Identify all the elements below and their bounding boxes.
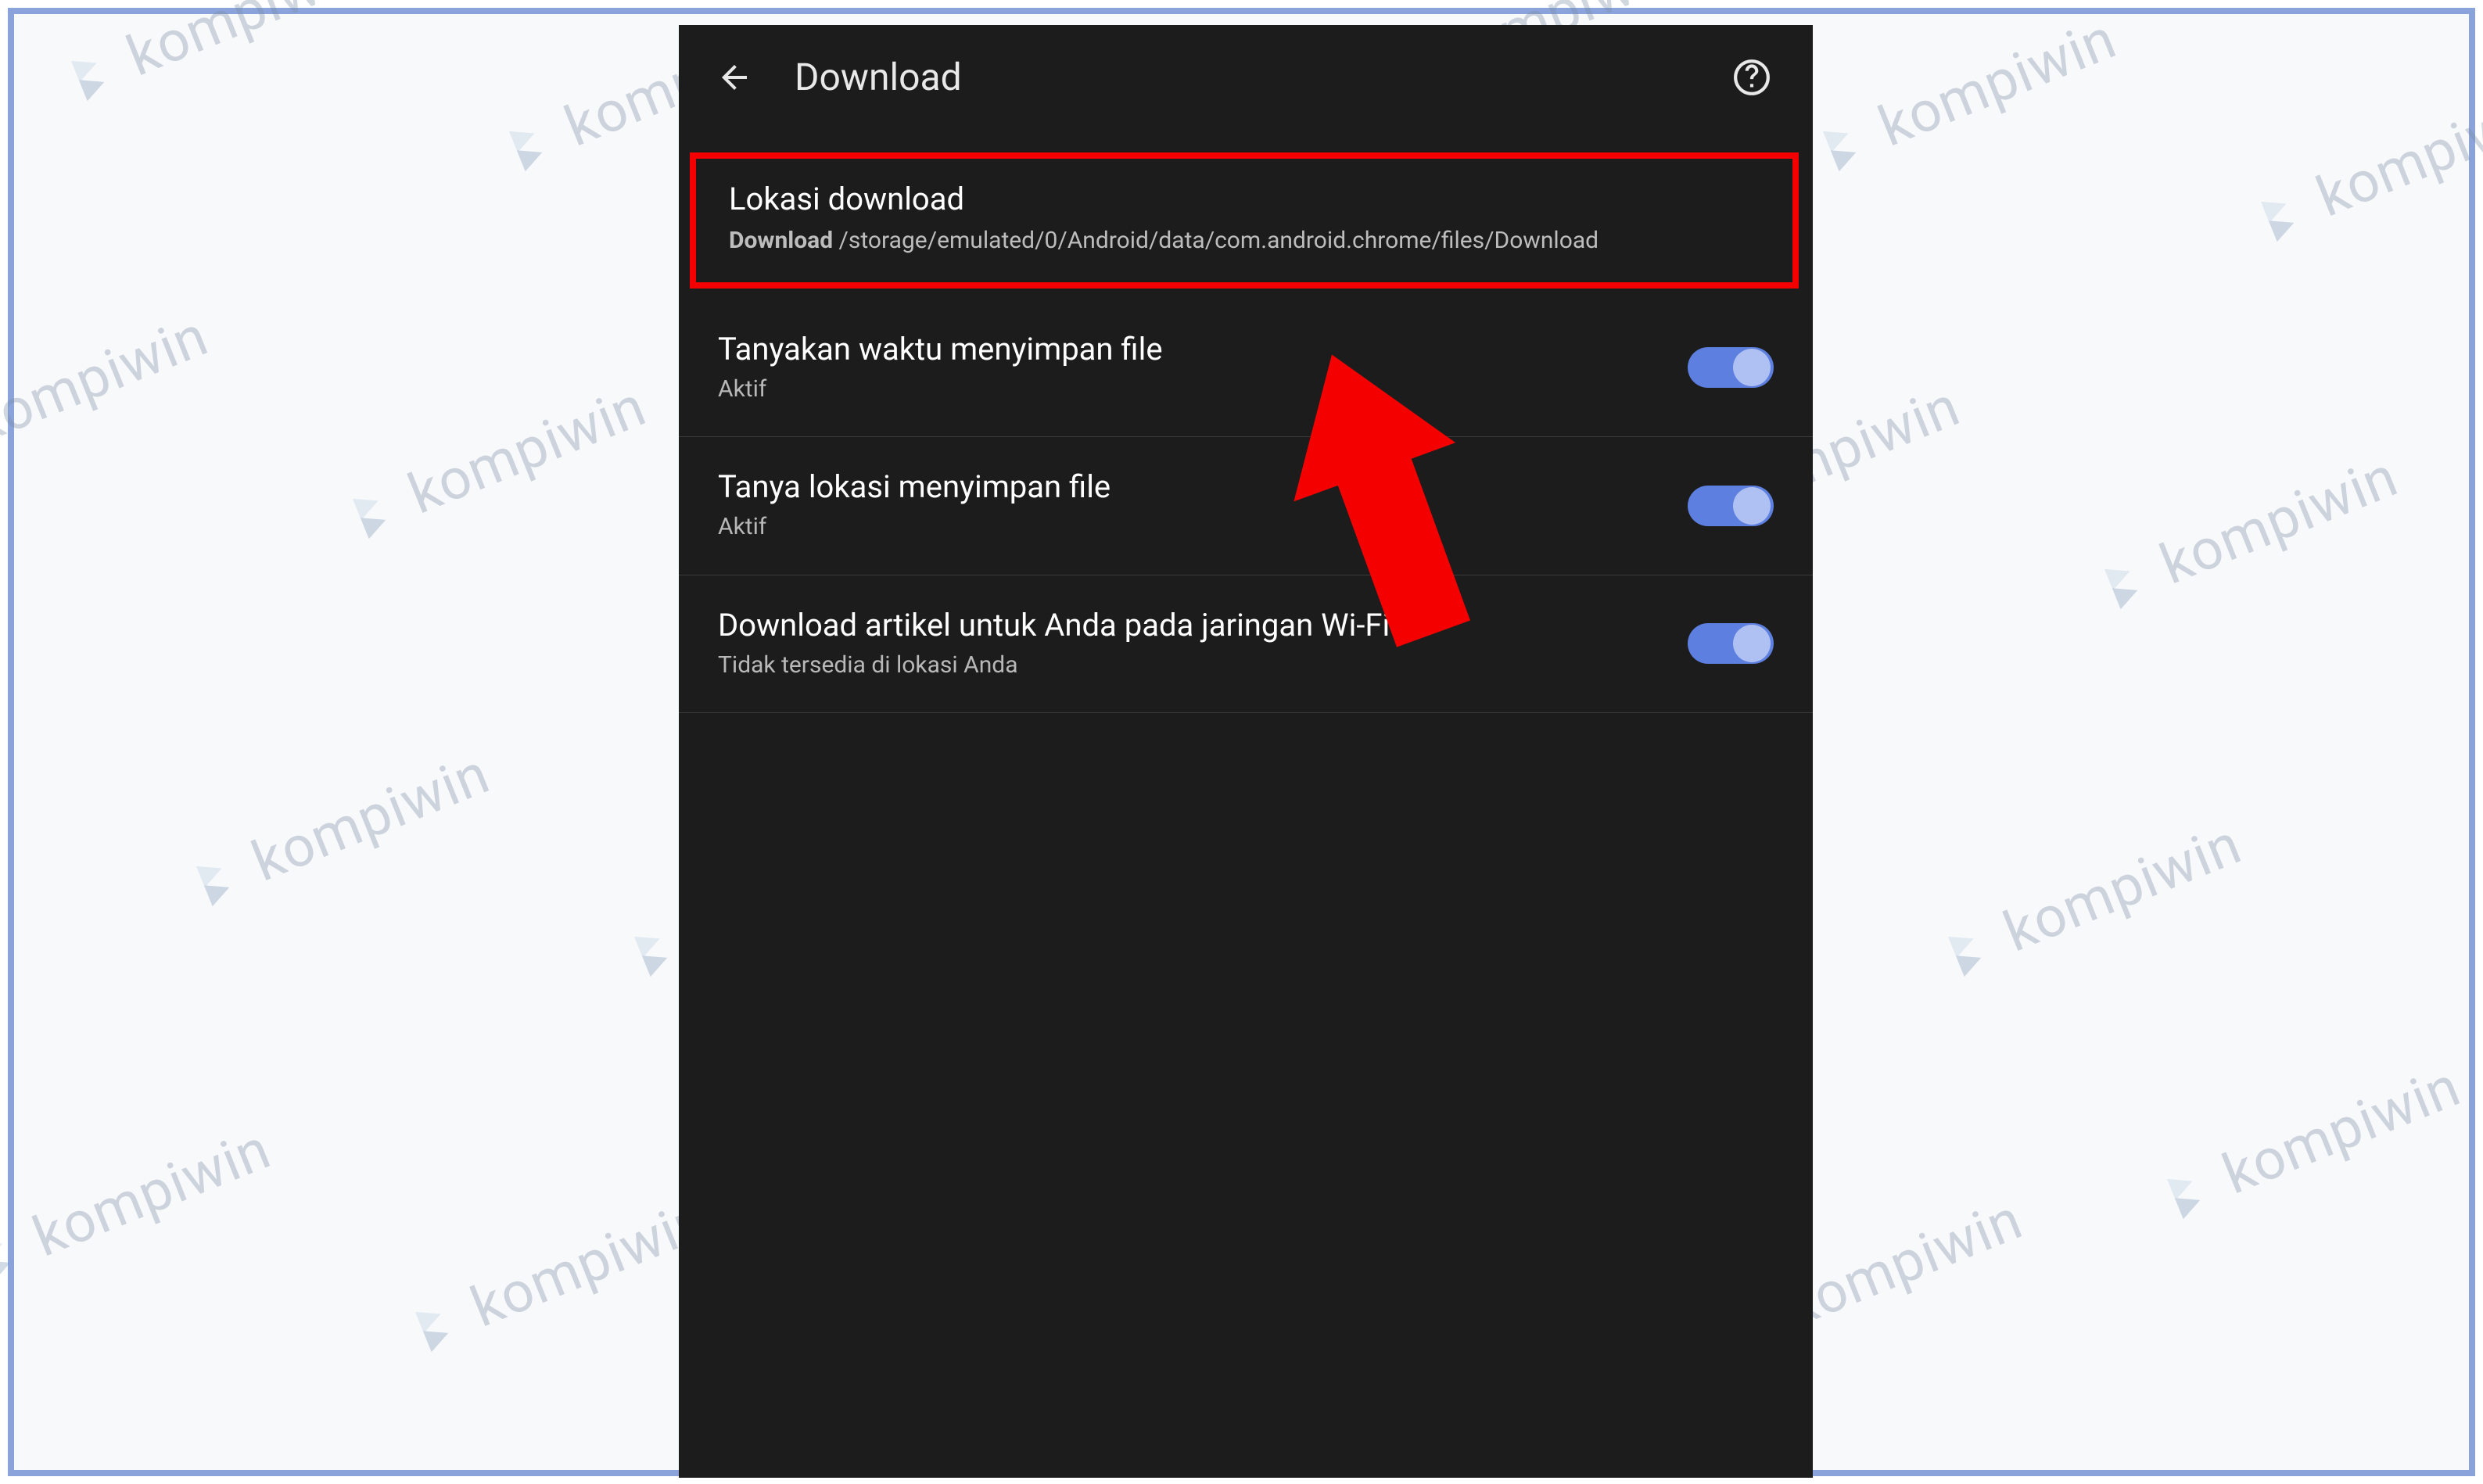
phone-screenshot: Download Lokasi download Download /stora… <box>679 25 1813 1478</box>
watermark-text: kompiwin <box>2151 443 2407 598</box>
watermark-text: kompiwin <box>243 740 499 895</box>
download-location-path-label: Download <box>729 227 833 254</box>
page-title: Download <box>795 55 1691 99</box>
setting-subtitle: Aktif <box>718 511 1656 543</box>
toggle-switch[interactable] <box>1688 486 1774 526</box>
download-location-path: Download /storage/emulated/0/Android/dat… <box>729 225 1760 257</box>
watermark-text: kompiwin <box>1995 811 2251 966</box>
watermark-text: kompiwin <box>0 303 217 457</box>
watermark-text: kompiwin <box>1776 1186 2032 1341</box>
download-location-path-value: /storage/emulated/0/Android/data/com.and… <box>833 227 1599 254</box>
download-location-title: Lokasi download <box>729 181 1760 217</box>
download-location-row[interactable]: Lokasi download Download /storage/emulat… <box>690 152 1799 289</box>
setting-row-ask-location[interactable]: Tanya lokasi menyimpan file Aktif <box>679 437 1813 575</box>
watermark-text: kompiwin <box>2214 1053 2470 1208</box>
watermark-text: kompiwin <box>400 373 655 528</box>
watermark-text: kompiwin <box>2308 76 2483 231</box>
arrow-back-icon <box>716 59 753 96</box>
back-button[interactable] <box>713 56 755 99</box>
toggle-switch[interactable] <box>1688 347 1774 388</box>
setting-row-download-articles-wifi[interactable]: Download artikel untuk Anda pada jaringa… <box>679 575 1813 714</box>
watermark-text: kompiwin <box>1870 5 2126 160</box>
setting-row-ask-time[interactable]: Tanyakan waktu menyimpan file Aktif <box>679 299 1813 438</box>
setting-subtitle: Aktif <box>718 374 1656 406</box>
frame: kompiwin kompiwin kompiwin kompiwin komp… <box>8 8 2475 1476</box>
toggle-switch[interactable] <box>1688 623 1774 664</box>
watermark-text: kompiwin <box>118 0 374 89</box>
setting-title: Tanya lokasi menyimpan file <box>718 468 1656 505</box>
appbar: Download <box>679 25 1813 129</box>
help-button[interactable] <box>1730 56 1774 99</box>
setting-title: Download artikel untuk Anda pada jaringa… <box>718 607 1656 643</box>
watermark-text: kompiwin <box>24 1116 280 1271</box>
help-circle-icon <box>1732 58 1771 97</box>
setting-title: Tanyakan waktu menyimpan file <box>718 331 1656 367</box>
setting-subtitle: Tidak tersedia di lokasi Anda <box>718 650 1656 682</box>
